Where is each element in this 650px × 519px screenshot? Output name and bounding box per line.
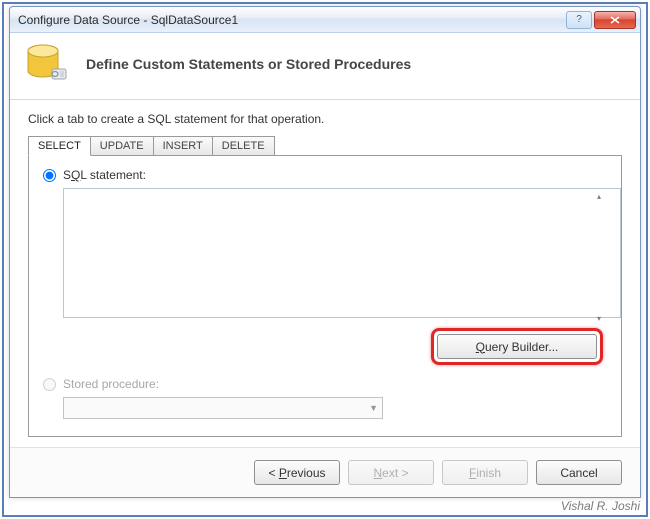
watermark-text: Vishal R. Joshi: [561, 499, 640, 513]
stored-procedure-option: Stored procedure:: [43, 377, 607, 391]
title-bar: Configure Data Source - SqlDataSource1 ?: [10, 7, 640, 33]
next-button: Next >: [348, 460, 434, 485]
cancel-button[interactable]: Cancel: [536, 460, 622, 485]
scroll-up-icon: ▴: [597, 192, 601, 201]
tab-strip: SELECT UPDATE INSERT DELETE: [28, 136, 622, 156]
tab-delete[interactable]: DELETE: [212, 136, 275, 156]
close-icon: [610, 16, 620, 24]
wizard-header: Define Custom Statements or Stored Proce…: [10, 33, 640, 100]
help-button[interactable]: ?: [566, 11, 592, 29]
window-title: Configure Data Source - SqlDataSource1: [18, 13, 564, 27]
query-builder-button[interactable]: Query Builder...: [437, 334, 597, 359]
tab-select[interactable]: SELECT: [28, 136, 91, 156]
tab-panel: SQL statement: ▴ ▾ Query Builder... Stor…: [28, 155, 622, 437]
query-builder-highlight: Query Builder...: [431, 328, 603, 365]
stored-procedure-label: Stored procedure:: [63, 377, 159, 391]
sql-statement-textarea[interactable]: [63, 188, 621, 318]
wizard-title: Define Custom Statements or Stored Proce…: [86, 56, 411, 72]
tab-insert[interactable]: INSERT: [153, 136, 213, 156]
database-icon: [24, 43, 72, 85]
close-button[interactable]: [594, 11, 636, 29]
tab-update[interactable]: UPDATE: [90, 136, 154, 156]
sql-statement-radio[interactable]: [43, 169, 56, 182]
stored-procedure-select: ▼: [63, 397, 383, 419]
sql-statement-option[interactable]: SQL statement:: [43, 168, 607, 182]
previous-button[interactable]: < Previous: [254, 460, 340, 485]
wizard-footer: < Previous Next > Finish Cancel: [10, 447, 640, 497]
stored-procedure-radio: [43, 378, 56, 391]
scroll-down-icon: ▾: [597, 314, 601, 323]
dialog-window: Configure Data Source - SqlDataSource1 ?…: [9, 6, 641, 498]
finish-button: Finish: [442, 460, 528, 485]
chevron-down-icon: ▼: [369, 403, 378, 413]
instruction-text: Click a tab to create a SQL statement fo…: [28, 112, 622, 126]
